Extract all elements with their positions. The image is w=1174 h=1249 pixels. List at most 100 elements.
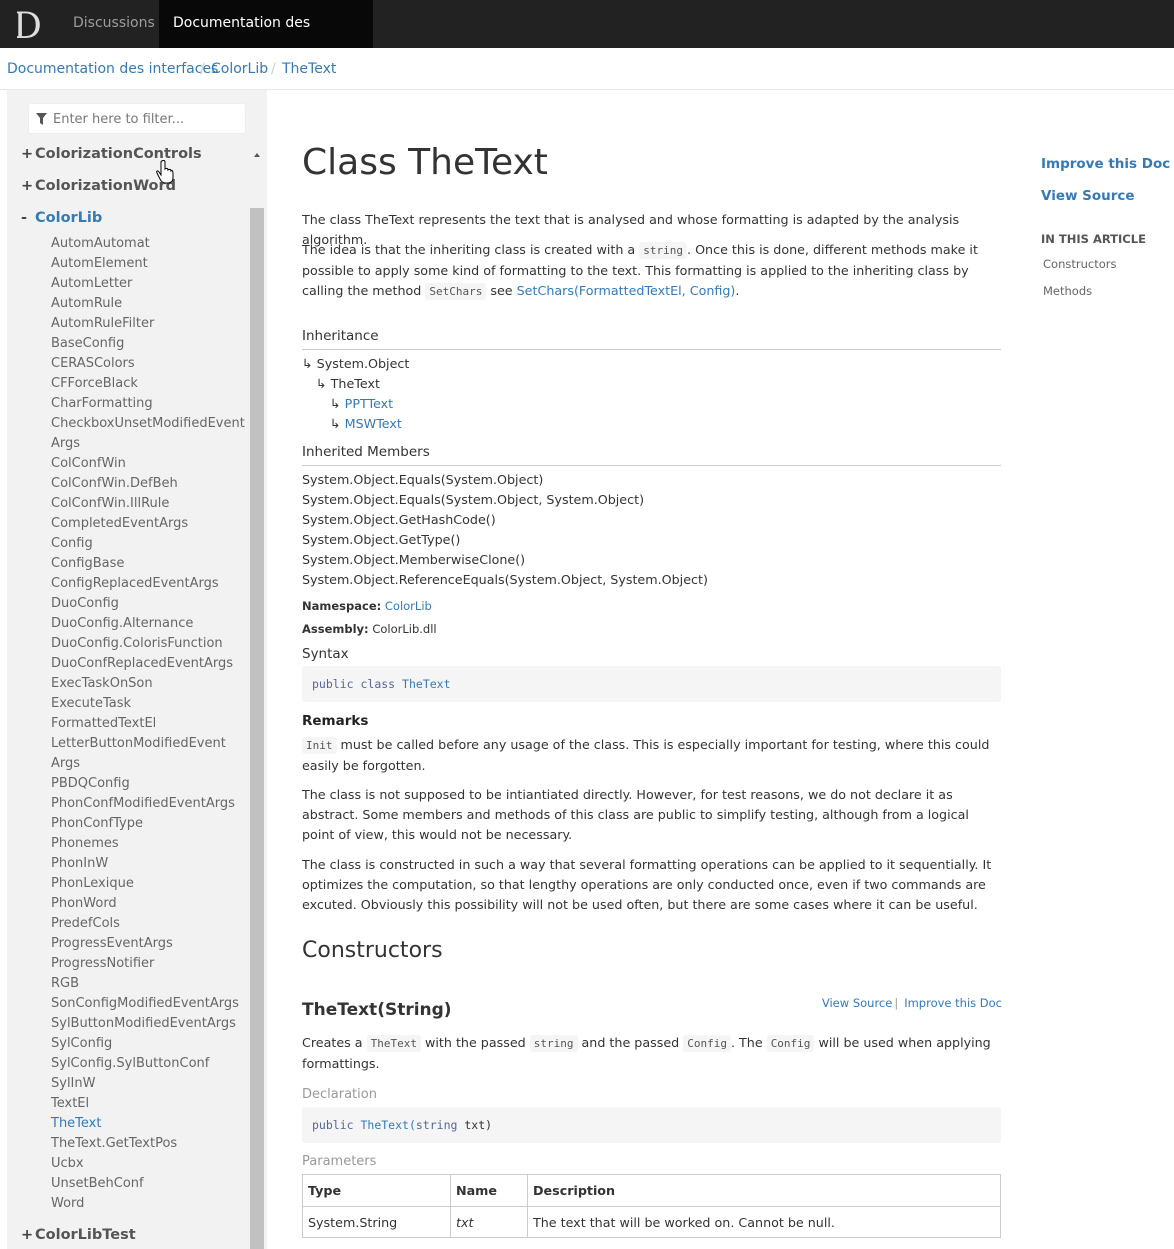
- param-description: The text that will be worked on. Cannot …: [527, 1206, 1001, 1238]
- sidebar-toc: +ColorizationControls +ColorizationWord …: [7, 90, 267, 1249]
- inheritance-level-2: ↳ MSWText: [330, 416, 402, 431]
- inherited-member: System.Object.GetHashCode(): [302, 512, 496, 527]
- idea-paragraph: The idea is that the inheriting class is…: [302, 240, 1002, 302]
- toc-item[interactable]: SylButtonModifiedEventArgs: [51, 1016, 236, 1031]
- toc-item[interactable]: AutomRule: [51, 296, 122, 311]
- setchars-link[interactable]: SetChars(FormattedTextEl, Config): [517, 283, 736, 298]
- toc-item[interactable]: CharFormatting: [51, 396, 153, 411]
- expand-icon[interactable]: +: [21, 146, 35, 162]
- toc-item[interactable]: PhonWord: [51, 896, 117, 911]
- toc-item[interactable]: DuoConfReplacedEventArgs: [51, 656, 233, 671]
- toc-item[interactable]: PredefCols: [51, 916, 120, 931]
- toc-item[interactable]: PhonLexique: [51, 876, 134, 891]
- affix-link-methods[interactable]: Methods: [1043, 284, 1092, 298]
- breadcrumb-thetext[interactable]: TheText: [282, 61, 336, 77]
- toc-item[interactable]: Ucbx: [51, 1156, 84, 1171]
- inherited-member: System.Object.GetType(): [302, 532, 461, 547]
- view-source-link[interactable]: View Source: [822, 996, 892, 1010]
- toc-item[interactable]: BaseConfig: [51, 336, 124, 351]
- sidebar-scrollbar[interactable]: [250, 208, 264, 1249]
- toc-item[interactable]: FormattedTextEl: [51, 716, 156, 731]
- improve-this-doc-link[interactable]: Improve this Doc: [1041, 156, 1170, 172]
- toc-item[interactable]: TheText.GetTextPos: [51, 1136, 177, 1151]
- toc-item[interactable]: CompletedEventArgs: [51, 516, 188, 531]
- toc-item[interactable]: SonConfigModifiedEventArgs: [51, 996, 239, 1011]
- toc-item[interactable]: PBDQConfig: [51, 776, 130, 791]
- toc-item[interactable]: ConfigBase: [51, 556, 124, 571]
- breadcrumb-colorlib[interactable]: ColorLib: [211, 61, 268, 77]
- assembly-value: ColorLib.dll: [372, 622, 437, 636]
- toc-namespace-label: ColorLibTest: [35, 1227, 136, 1243]
- inline-code: Config: [683, 1035, 731, 1052]
- toc-item[interactable]: PhonConfModifiedEventArgs: [51, 796, 235, 811]
- toc-item[interactable]: Config: [51, 536, 93, 551]
- remarks-paragraph-2: The class is not supposed to be intianti…: [302, 787, 969, 842]
- toc-item[interactable]: DuoConfig.ColorisFunction: [51, 636, 223, 651]
- toc-item[interactable]: ProgressEventArgs: [51, 936, 173, 951]
- tab-documentation[interactable]: Documentation des interfaces: [159, 0, 373, 78]
- toc-item[interactable]: Word: [51, 1196, 84, 1211]
- breadcrumb: Documentation des interfaces / ColorLib …: [0, 48, 1174, 90]
- collapse-icon[interactable]: -: [21, 210, 35, 226]
- mswtext-link[interactable]: MSWText: [345, 416, 402, 431]
- inheritance-level-0: ↳ System.Object: [302, 356, 410, 371]
- text: The idea is that the inheriting class is…: [302, 242, 640, 257]
- toc-item[interactable]: SylInW: [51, 1076, 95, 1091]
- filter-input[interactable]: [53, 109, 239, 129]
- toc-item[interactable]: UnsetBehConf: [51, 1176, 144, 1191]
- toc-item[interactable]: Phonemes: [51, 836, 119, 851]
- toc-item[interactable]: DuoConfig: [51, 596, 119, 611]
- toc-item[interactable]: ProgressNotifier: [51, 956, 154, 971]
- text: and the passed: [577, 1035, 684, 1050]
- toc-item[interactable]: ExecuteTask: [51, 696, 131, 711]
- toc-item[interactable]: ExecTaskOnSon: [51, 676, 153, 691]
- param-name: txt: [450, 1206, 528, 1238]
- toc-item[interactable]: AutomAutomat: [51, 236, 150, 251]
- toc-namespace-colorlib[interactable]: - ColorLib: [21, 210, 102, 226]
- namespace-info: Namespace: ColorLib: [302, 599, 432, 613]
- toc-item[interactable]: CheckboxUnsetModifiedEvent: [51, 416, 245, 431]
- code-keyword: public: [312, 677, 354, 691]
- toc-item[interactable]: PhonConfType: [51, 816, 143, 831]
- toc-item[interactable]: RGB: [51, 976, 79, 991]
- toc-item[interactable]: AutomRuleFilter: [51, 316, 154, 331]
- toc-namespace-colorizationcontrols[interactable]: + ColorizationControls: [21, 146, 202, 162]
- code-keyword: string: [415, 1118, 458, 1132]
- tab-discussions[interactable]: Discussions: [59, 0, 169, 48]
- in-this-article-heading: IN THIS ARTICLE: [1041, 232, 1146, 246]
- text: .: [735, 283, 740, 298]
- scroll-up-arrow-icon[interactable]: [254, 153, 260, 157]
- toc-item[interactable]: SylConfig.SylButtonConf: [51, 1056, 209, 1071]
- inline-code: TheText: [366, 1035, 421, 1052]
- toc-item[interactable]: LetterButtonModifiedEvent: [51, 736, 226, 751]
- toc-item[interactable]: ConfigReplacedEventArgs: [51, 576, 219, 591]
- svg-text:D: D: [13, 6, 42, 42]
- toc-namespace-colorizationword[interactable]: + ColorizationWord: [21, 178, 176, 194]
- toc-item[interactable]: TextEl: [51, 1096, 89, 1111]
- expand-icon[interactable]: +: [21, 1227, 35, 1243]
- breadcrumb-separator: /: [200, 61, 205, 77]
- docfx-logo-icon[interactable]: D: [11, 6, 49, 42]
- view-source-link[interactable]: View Source: [1041, 188, 1135, 204]
- toc-item[interactable]: SylConfig: [51, 1036, 112, 1051]
- toc-item[interactable]: PhonInW: [51, 856, 108, 871]
- toc-item[interactable]: ColConfWin: [51, 456, 126, 471]
- namespace-link[interactable]: ColorLib: [385, 599, 432, 613]
- toc-item[interactable]: CFForceBlack: [51, 376, 138, 391]
- affix-link-constructors[interactable]: Constructors: [1043, 257, 1116, 271]
- toc-item[interactable]: CERASColors: [51, 356, 135, 371]
- toc-item[interactable]: Args: [51, 436, 80, 451]
- improve-doc-link[interactable]: Improve this Doc: [904, 996, 1002, 1010]
- toc-item[interactable]: Args: [51, 756, 80, 771]
- toc-item[interactable]: DuoConfig.Alternance: [51, 616, 193, 631]
- syntax-code-block: public class TheText: [302, 666, 1001, 702]
- toc-item[interactable]: AutomElement: [51, 256, 148, 271]
- pptext-link[interactable]: PPTText: [345, 396, 394, 411]
- toc-item[interactable]: AutomLetter: [51, 276, 132, 291]
- toc-item[interactable]: ColConfWin.DefBeh: [51, 476, 178, 491]
- toc-item[interactable]: ColConfWin.IllRule: [51, 496, 169, 511]
- toc-namespace-colorlibtest[interactable]: + ColorLibTest: [21, 1227, 136, 1243]
- toc-item[interactable]: TheText: [51, 1116, 101, 1131]
- breadcrumb-documentation[interactable]: Documentation des interfaces: [7, 61, 218, 77]
- expand-icon[interactable]: +: [21, 178, 35, 194]
